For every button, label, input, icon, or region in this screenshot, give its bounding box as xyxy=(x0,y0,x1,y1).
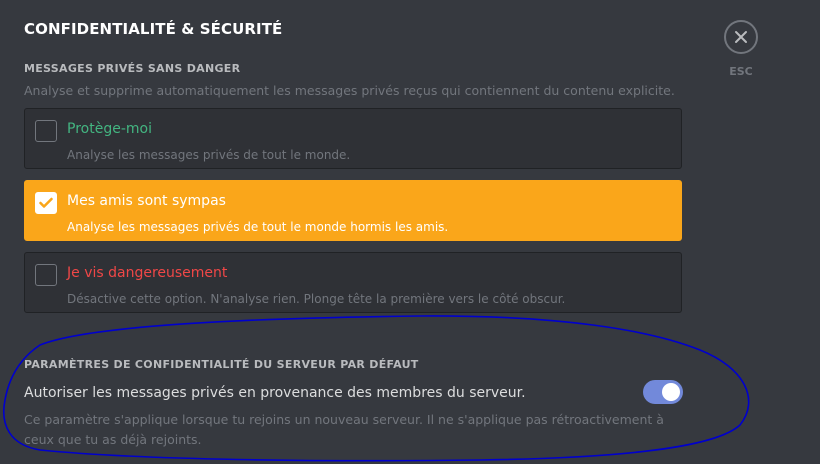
checkbox[interactable] xyxy=(35,120,57,142)
safe-dm-section-title: MESSAGES PRIVÉS SANS DANGER xyxy=(24,62,241,75)
close-button[interactable] xyxy=(724,20,758,54)
option-title: Mes amis sont sympas xyxy=(67,193,226,209)
option-live-dangerously[interactable]: Je vis dangereusement Désactive cette op… xyxy=(24,252,682,313)
checkbox[interactable] xyxy=(35,264,57,286)
esc-label: ESC xyxy=(729,65,753,78)
server-privacy-section-title: PARAMÈTRES DE CONFIDENTIALITÉ DU SERVEUR… xyxy=(24,358,419,371)
option-protect-me[interactable]: Protège-moi Analyse les messages privés … xyxy=(24,108,682,169)
checkmark-icon xyxy=(39,197,53,208)
option-friends-nice[interactable]: Mes amis sont sympas Analyse les message… xyxy=(24,180,682,241)
toggle-label: Autoriser les messages privés en provena… xyxy=(24,385,526,401)
option-title: Protège-moi xyxy=(67,121,152,137)
page-title: CONFIDENTIALITÉ & SÉCURITÉ xyxy=(24,20,283,38)
server-dm-toggle[interactable] xyxy=(643,380,683,404)
close-icon xyxy=(735,31,747,43)
option-description: Analyse les messages privés de tout le m… xyxy=(67,220,449,234)
safe-dm-description: Analyse et supprime automatiquement les … xyxy=(24,83,675,98)
toggle-knob xyxy=(662,383,680,401)
option-description: Analyse les messages privés de tout le m… xyxy=(67,148,351,162)
checkbox-checked[interactable] xyxy=(35,192,57,214)
option-title: Je vis dangereusement xyxy=(67,265,228,281)
option-description: Désactive cette option. N'analyse rien. … xyxy=(67,292,566,306)
server-privacy-description: Ce paramètre s'applique lorsque tu rejoi… xyxy=(24,412,664,447)
